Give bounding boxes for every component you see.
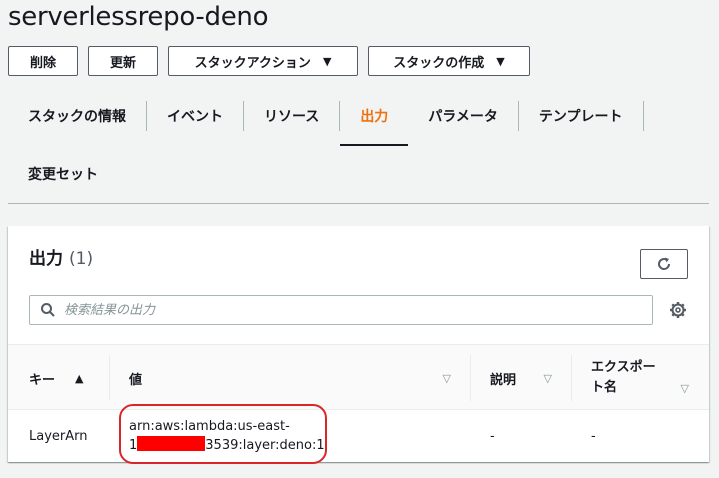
refresh-button[interactable] xyxy=(640,249,688,279)
outputs-panel: 出力(1) キー ▲ 値 xyxy=(8,226,709,464)
column-header-value[interactable]: 値 ▽ xyxy=(129,345,451,411)
gear-icon[interactable] xyxy=(669,301,687,319)
cell-key: LayerArn xyxy=(29,428,88,444)
tab-resources[interactable]: リソース xyxy=(244,101,339,131)
sort-descending-icon: ▽ xyxy=(680,381,689,395)
page-title: serverlessrepo-deno xyxy=(8,2,269,32)
annotation-highlight xyxy=(119,404,327,464)
caret-down-icon: ▼ xyxy=(496,54,505,68)
output-count: (1) xyxy=(69,249,94,269)
column-header-key[interactable]: キー ▲ xyxy=(29,345,83,411)
column-header-export-name[interactable]: エクスポー ト名 ▽ xyxy=(591,345,689,411)
sort-descending-icon: ▽ xyxy=(543,371,552,385)
delete-button[interactable]: 削除 xyxy=(8,46,78,76)
tab-stack-info[interactable]: スタックの情報 xyxy=(14,101,147,131)
table-row: LayerArn arn:aws:lambda:us-east- 1 3539:l… xyxy=(8,410,709,462)
stack-actions-button[interactable]: スタックアクション ▼ xyxy=(168,46,358,76)
table-header: キー ▲ 値 ▽ 説明 ▽ エクスポー ト名 ▽ xyxy=(8,344,709,410)
panel-title: 出力 (1) xyxy=(29,249,94,269)
tab-outputs[interactable]: 出力 xyxy=(339,101,409,146)
create-stack-button[interactable]: スタックの作成 ▼ xyxy=(368,46,530,76)
tabs-divider xyxy=(8,203,709,204)
update-button[interactable]: 更新 xyxy=(88,46,158,76)
search-icon xyxy=(40,302,56,318)
tab-parameters[interactable]: パラメータ xyxy=(408,101,519,131)
refresh-icon xyxy=(658,257,671,270)
tab-bar: スタックの情報 イベント リソース 出力 パラメータ テンプレート xyxy=(14,101,644,146)
column-header-description[interactable]: 説明 ▽ xyxy=(490,345,552,411)
search-input[interactable] xyxy=(64,302,624,318)
tab-change-sets[interactable]: 変更セット xyxy=(28,164,98,184)
action-bar: 削除 更新 スタックアクション ▼ スタックの作成 ▼ xyxy=(8,46,530,76)
caret-down-icon: ▼ xyxy=(322,54,332,68)
cell-description: - xyxy=(490,428,495,444)
cell-export-name: - xyxy=(591,428,596,444)
sort-ascending-icon: ▲ xyxy=(75,371,84,385)
tab-template[interactable]: テンプレート xyxy=(519,101,644,131)
sort-descending-icon: ▽ xyxy=(442,371,451,385)
tab-events[interactable]: イベント xyxy=(147,101,244,131)
search-field[interactable] xyxy=(29,295,653,325)
